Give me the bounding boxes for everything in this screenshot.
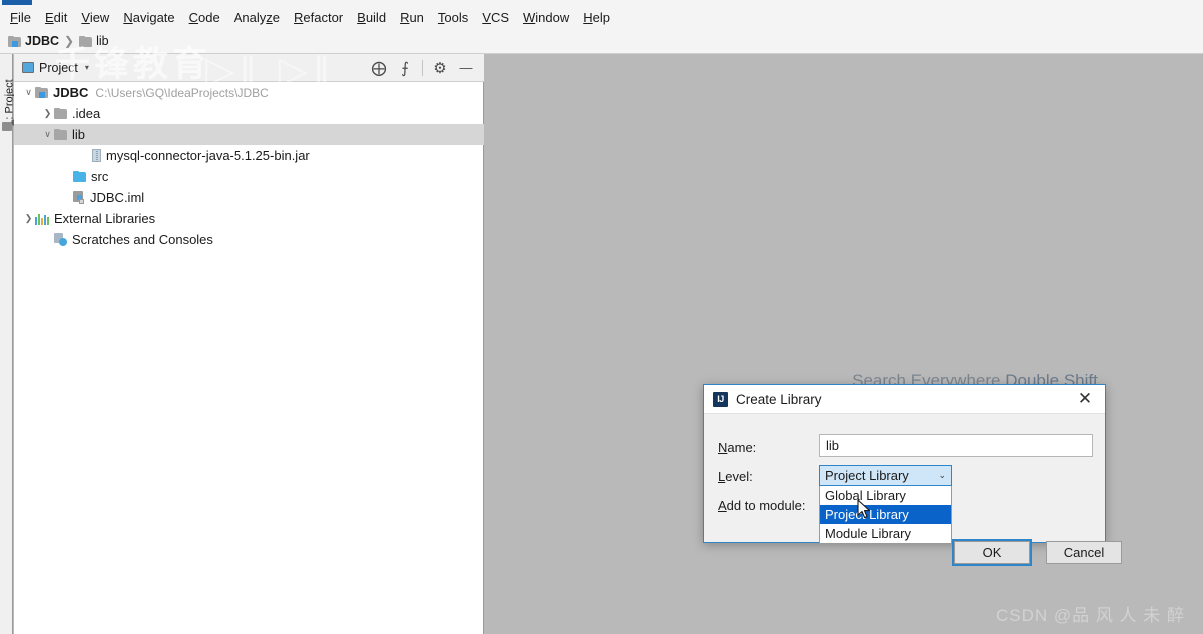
- tree-node-external-libraries[interactable]: ❯ External Libraries: [14, 208, 484, 229]
- project-tool-window: Project ▾ ⨁ ⨍ ⚙ — ∨ JDBC C:\Users\GQ\IdeaP…: [14, 54, 484, 634]
- minimize-icon[interactable]: —: [454, 56, 478, 80]
- iml-file-icon: [73, 191, 85, 204]
- tree-node-lib[interactable]: ∨ lib: [14, 124, 484, 145]
- chevron-down-icon[interactable]: ▾: [85, 63, 89, 72]
- menu-item-run[interactable]: Run: [393, 8, 431, 27]
- name-label-mnemonic: N: [718, 440, 728, 455]
- chevron-right-icon[interactable]: ❯: [22, 213, 35, 224]
- add-to-module-mnemonic: A: [718, 498, 727, 513]
- level-select-value: Project Library: [825, 468, 909, 483]
- add-to-module-label: Add to module:: [718, 498, 805, 513]
- folder-icon: [54, 108, 67, 119]
- project-toolbar-actions: ⨁ ⨍ ⚙ —: [367, 56, 484, 80]
- tree-node-label: JDBC.iml: [90, 190, 145, 205]
- menu-item-build[interactable]: Build: [350, 8, 393, 27]
- tree-node-src[interactable]: src: [14, 166, 484, 187]
- menu-item-navigate[interactable]: Navigate: [116, 8, 181, 27]
- breadcrumb-label: JDBC: [25, 34, 60, 48]
- menu-item-tools[interactable]: Tools: [431, 8, 475, 27]
- structure-icon[interactable]: [2, 122, 12, 131]
- menu-item-refactor[interactable]: Refactor: [287, 8, 350, 27]
- dropdown-option-project-library[interactable]: Project Library: [820, 505, 951, 524]
- locate-in-tree-icon[interactable]: ⨁: [367, 56, 391, 80]
- menu-item-edit[interactable]: Edit: [38, 8, 74, 27]
- gear-icon[interactable]: ⚙: [428, 56, 452, 80]
- menu-item-file[interactable]: File: [3, 8, 38, 27]
- menu-item-analyze[interactable]: Analyze: [227, 8, 287, 27]
- tree-node-label: Scratches and Consoles: [72, 232, 213, 247]
- cancel-button[interactable]: Cancel: [1046, 541, 1122, 564]
- breadcrumb-separator: ❯: [64, 34, 75, 48]
- level-select[interactable]: Project Library ⌄: [819, 465, 952, 486]
- tree-node-label: External Libraries: [54, 211, 156, 226]
- breadcrumb-item-lib[interactable]: lib: [79, 34, 109, 48]
- name-label: Name:: [718, 440, 756, 455]
- breadcrumb-label: lib: [96, 34, 109, 48]
- tree-node-label: JDBC: [53, 85, 89, 100]
- tree-node-scratches-and-consoles[interactable]: Scratches and Consoles: [14, 229, 484, 250]
- menu-item-code[interactable]: Code: [182, 8, 227, 27]
- dialog-body: Name: lib Level: Add to module: Project …: [704, 414, 1122, 566]
- menu-item-help[interactable]: Help: [576, 8, 617, 27]
- menu-item-view[interactable]: View: [74, 8, 116, 27]
- source-folder-icon: [73, 171, 86, 182]
- project-window-icon: [22, 62, 34, 73]
- chevron-down-icon: ⌄: [938, 470, 946, 480]
- menu-item-vcs[interactable]: VCS: [475, 8, 516, 27]
- tree-node-label: .idea: [72, 106, 101, 121]
- add-to-module-rest: dd to module:: [726, 498, 806, 513]
- dropdown-option-global-library[interactable]: Global Library: [820, 486, 951, 505]
- tree-node-label: mysql-connector-java-5.1.25-bin.jar: [106, 148, 310, 163]
- scratches-icon: [54, 233, 67, 246]
- tree-node-path: C:\Users\GQ\IdeaProjects\JDBC: [95, 85, 269, 100]
- level-label-rest: evel:: [725, 469, 753, 484]
- tree-node-jdbc[interactable]: ∨ JDBC C:\Users\GQ\IdeaProjects\JDBC: [14, 82, 484, 103]
- name-input[interactable]: lib: [819, 434, 1093, 457]
- tree-node-jdbc-iml[interactable]: JDBC.iml: [14, 187, 484, 208]
- toolbar-divider: [422, 59, 423, 76]
- tree-node-label: lib: [72, 127, 86, 142]
- menu-bar: File Edit View Navigate Code Analyze Refactor B…: [0, 5, 1203, 29]
- tree-node-label: src: [91, 169, 109, 184]
- jar-icon: [92, 149, 101, 162]
- tab-project[interactable]: Project ▾: [14, 54, 97, 82]
- breadcrumb-item-jdbc[interactable]: JDBC: [8, 34, 59, 48]
- intellij-idea-icon: [713, 391, 728, 407]
- tree-node--idea[interactable]: ❯ .idea: [14, 103, 484, 124]
- folder-icon: [54, 129, 67, 140]
- chevron-down-icon[interactable]: ∨: [41, 129, 54, 140]
- module-icon: [35, 87, 48, 98]
- left-tool-window-strip: 1: Project: [0, 54, 16, 634]
- level-label: Level:: [718, 469, 753, 484]
- module-icon: [8, 35, 21, 47]
- create-library-dialog: Create Library ✕ Name: lib Level: Add to…: [703, 384, 1122, 566]
- project-tree: ∨ JDBC C:\Users\GQ\IdeaProjects\JDBC ❯ .idea…: [14, 82, 484, 634]
- chevron-down-icon[interactable]: ∨: [22, 87, 35, 98]
- level-dropdown-list: Global Library Project Library Module Libr…: [819, 486, 952, 544]
- tree-node-mysql-connector-java-5-1-25-bin-jar[interactable]: mysql-connector-java-5.1.25-bin.jar: [14, 145, 484, 166]
- name-label-rest: ame:: [727, 440, 757, 455]
- folder-icon: [79, 35, 93, 47]
- project-toolbar: Project ▾ ⨁ ⨍ ⚙ —: [14, 54, 484, 82]
- breadcrumb: JDBC ❯ lib: [0, 29, 1203, 54]
- tab-project-label: Project: [39, 60, 78, 75]
- chevron-right-icon[interactable]: ❯: [41, 108, 54, 119]
- close-icon[interactable]: ✕: [1065, 385, 1105, 414]
- dialog-titlebar: Create Library ✕: [704, 385, 1105, 414]
- menu-item-window[interactable]: Window: [516, 8, 576, 27]
- external-libraries-icon: [35, 213, 49, 225]
- ok-button[interactable]: OK: [952, 539, 1032, 566]
- collapse-all-icon[interactable]: ⨍: [393, 56, 417, 80]
- dialog-title: Create Library: [736, 391, 822, 407]
- dropdown-option-module-library[interactable]: Module Library: [820, 524, 951, 543]
